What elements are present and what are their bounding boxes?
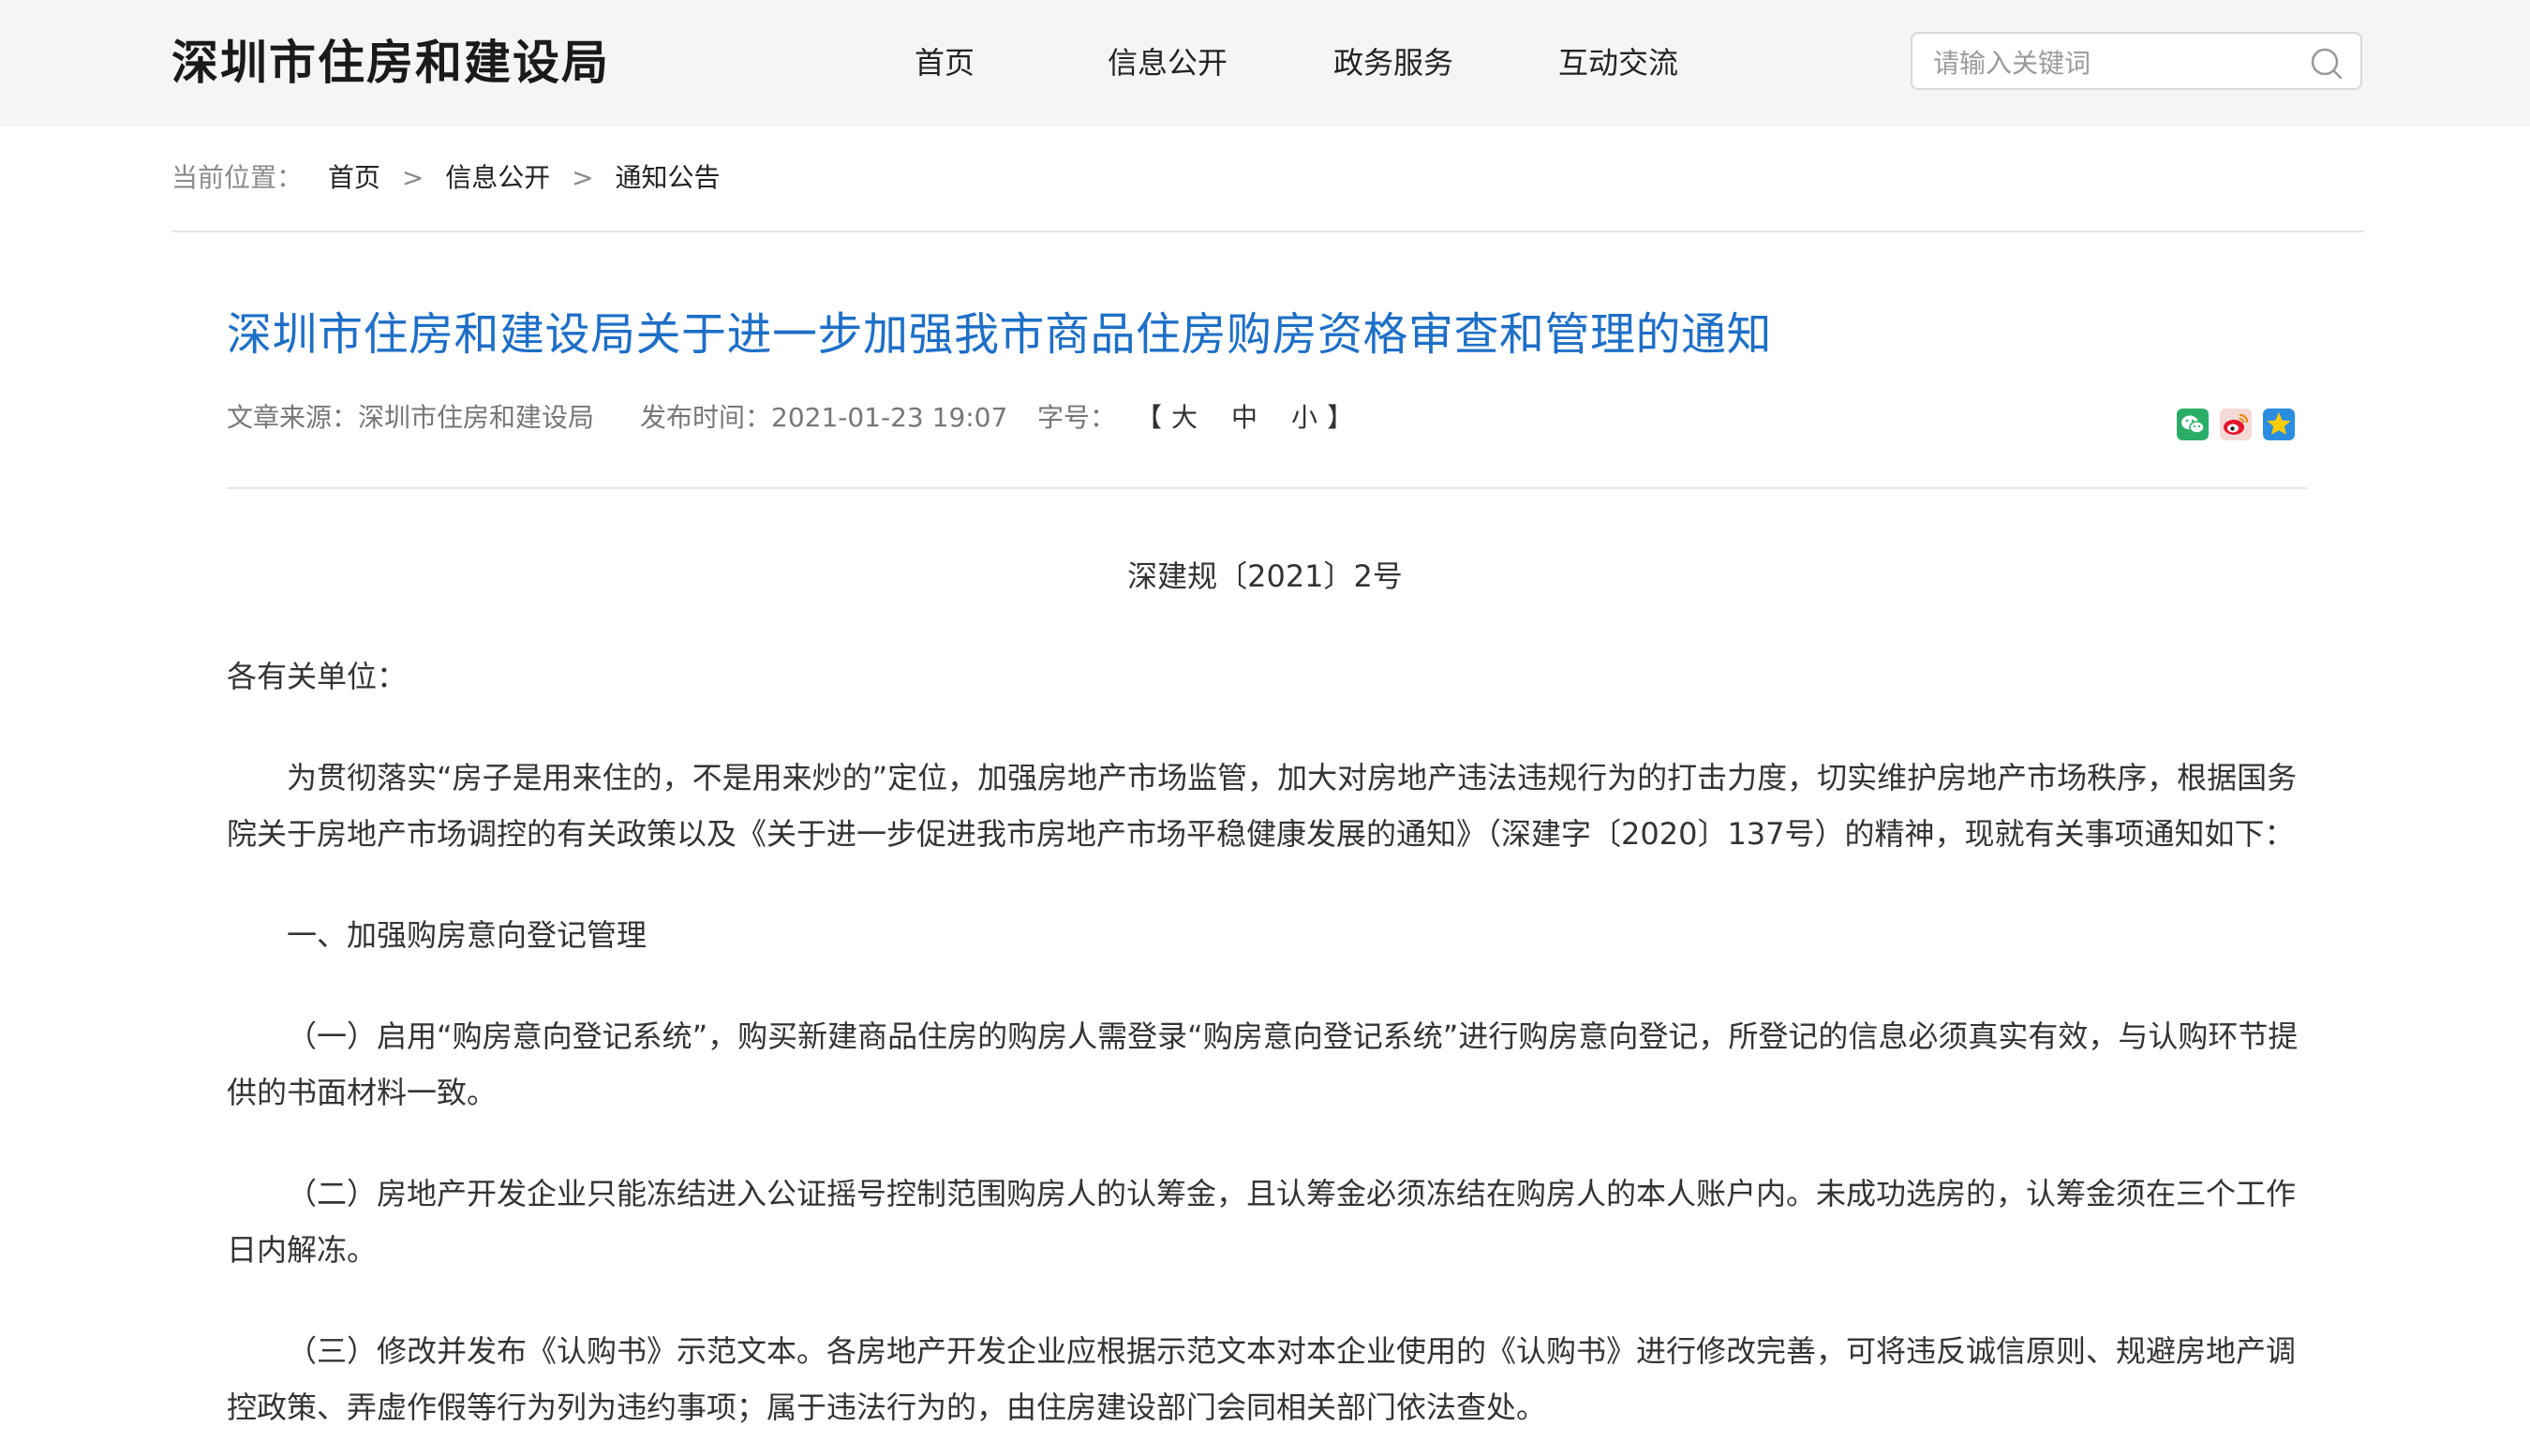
font-size-switcher: 【大 中 小】 (1136, 397, 1353, 438)
breadcrumb-separator: > (401, 162, 424, 193)
search-icon[interactable] (2310, 47, 2344, 81)
site-header: 深圳市住房和建设局 首页 信息公开 政务服务 互动交流 (0, 0, 2530, 126)
nav-item-interaction[interactable]: 互动交流 (1558, 39, 1678, 86)
body-paragraph: 为贯彻落实“房子是用来住的，不是用来炒的”定位，加强房地产市场监管，加大对房地产… (227, 760, 2298, 852)
breadcrumb-info-disclosure[interactable]: 信息公开 (445, 162, 550, 193)
body-paragraph: （二）房地产开发企业只能冻结进入公证摇号控制范围购房人的认筹金，且认筹金必须冻结… (227, 1176, 2297, 1268)
nav-item-home[interactable]: 首页 (915, 39, 975, 86)
document-number: 深建规〔2021〕2号 (1127, 558, 1403, 594)
nav-item-info-disclosure[interactable]: 信息公开 (1108, 39, 1228, 86)
search-input[interactable] (1931, 41, 2291, 84)
site-title[interactable]: 深圳市住房和建设局 (171, 30, 610, 96)
font-size-bracket-open: 【 (1136, 402, 1163, 433)
search-box (1911, 32, 2362, 90)
font-size-large-button[interactable]: 大 (1171, 402, 1198, 433)
breadcrumb-label: 当前位置： (171, 162, 304, 193)
font-size-label: 字号： (1037, 402, 1117, 433)
weibo-icon[interactable] (2220, 409, 2252, 440)
section-heading: 一、加强购房意向登记管理 (287, 917, 647, 953)
body-paragraph: （一）启用“购房意向登记系统”，购买新建商品住房的购房人需登录“购房意向登记系统… (227, 1018, 2299, 1110)
article-source: 文章来源：深圳市住房和建设局 (227, 402, 595, 433)
font-size-bracket-close: 】 (1327, 402, 1354, 433)
breadcrumb-home[interactable]: 首页 (328, 162, 380, 193)
breadcrumb: 当前位置： 首页 > 信息公开 > 通知公告 (171, 157, 721, 199)
salutation: 各有关单位： (227, 659, 408, 694)
font-size-small-button[interactable]: 小 (1291, 402, 1317, 433)
breadcrumb-separator: > (572, 162, 594, 193)
body-paragraph: （三）修改并发布《认购书》示范文本。各房地产开发企业应根据示范文本对本企业使用的… (227, 1333, 2297, 1425)
font-size-medium-button[interactable]: 中 (1231, 402, 1258, 433)
qzone-icon[interactable] (2263, 409, 2295, 440)
divider (171, 230, 2364, 232)
article-title: 深圳市住房和建设局关于进一步加强我市商品住房购房资格审查和管理的通知 (227, 308, 1773, 361)
breadcrumb-notices[interactable]: 通知公告 (616, 162, 721, 193)
nav-item-government-services[interactable]: 政务服务 (1333, 39, 1453, 86)
article-publish-time: 发布时间：2021-01-23 19:07 (640, 402, 1008, 433)
wechat-icon[interactable] (2177, 409, 2209, 440)
divider (227, 487, 2307, 489)
